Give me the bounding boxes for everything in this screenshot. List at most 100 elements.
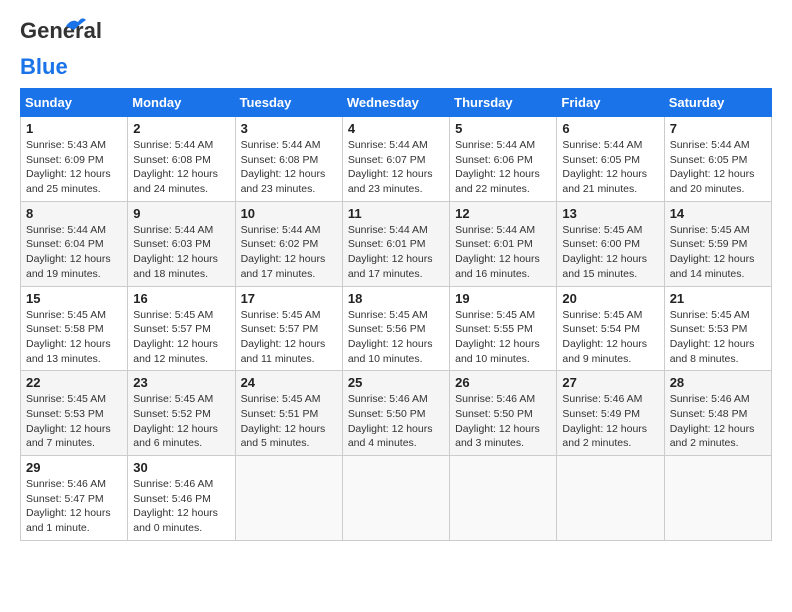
day-info: Sunrise: 5:45 AM Sunset: 5:57 PM Dayligh… — [133, 308, 229, 367]
day-number: 9 — [133, 206, 229, 221]
day-info: Sunrise: 5:46 AM Sunset: 5:50 PM Dayligh… — [455, 392, 551, 451]
day-info: Sunrise: 5:44 AM Sunset: 6:04 PM Dayligh… — [26, 223, 122, 282]
calendar-cell: 21 Sunrise: 5:45 AM Sunset: 5:53 PM Dayl… — [664, 286, 771, 371]
calendar-cell — [450, 456, 557, 541]
day-number: 8 — [26, 206, 122, 221]
weekday-header-monday: Monday — [128, 89, 235, 117]
day-number: 11 — [348, 206, 444, 221]
day-number: 7 — [670, 121, 766, 136]
calendar-cell — [664, 456, 771, 541]
day-info: Sunrise: 5:46 AM Sunset: 5:48 PM Dayligh… — [670, 392, 766, 451]
calendar-cell: 4 Sunrise: 5:44 AM Sunset: 6:07 PM Dayli… — [342, 117, 449, 202]
day-number: 22 — [26, 375, 122, 390]
calendar-cell: 2 Sunrise: 5:44 AM Sunset: 6:08 PM Dayli… — [128, 117, 235, 202]
day-number: 14 — [670, 206, 766, 221]
day-info: Sunrise: 5:45 AM Sunset: 5:53 PM Dayligh… — [670, 308, 766, 367]
bird-icon — [64, 16, 86, 34]
day-number: 24 — [241, 375, 337, 390]
weekday-header-tuesday: Tuesday — [235, 89, 342, 117]
calendar-cell: 27 Sunrise: 5:46 AM Sunset: 5:49 PM Dayl… — [557, 371, 664, 456]
day-info: Sunrise: 5:44 AM Sunset: 6:05 PM Dayligh… — [670, 138, 766, 197]
day-info: Sunrise: 5:44 AM Sunset: 6:01 PM Dayligh… — [348, 223, 444, 282]
day-number: 4 — [348, 121, 444, 136]
day-info: Sunrise: 5:45 AM Sunset: 5:56 PM Dayligh… — [348, 308, 444, 367]
day-info: Sunrise: 5:43 AM Sunset: 6:09 PM Dayligh… — [26, 138, 122, 197]
day-info: Sunrise: 5:45 AM Sunset: 5:52 PM Dayligh… — [133, 392, 229, 451]
day-info: Sunrise: 5:45 AM Sunset: 5:53 PM Dayligh… — [26, 392, 122, 451]
calendar-cell: 7 Sunrise: 5:44 AM Sunset: 6:05 PM Dayli… — [664, 117, 771, 202]
day-number: 27 — [562, 375, 658, 390]
weekday-header-sunday: Sunday — [21, 89, 128, 117]
calendar-cell: 13 Sunrise: 5:45 AM Sunset: 6:00 PM Dayl… — [557, 201, 664, 286]
calendar-cell: 3 Sunrise: 5:44 AM Sunset: 6:08 PM Dayli… — [235, 117, 342, 202]
calendar-cell — [342, 456, 449, 541]
day-number: 25 — [348, 375, 444, 390]
calendar-cell: 1 Sunrise: 5:43 AM Sunset: 6:09 PM Dayli… — [21, 117, 128, 202]
weekday-header-thursday: Thursday — [450, 89, 557, 117]
day-number: 15 — [26, 291, 122, 306]
page-header: General Blue — [20, 20, 772, 78]
day-number: 26 — [455, 375, 551, 390]
day-info: Sunrise: 5:46 AM Sunset: 5:47 PM Dayligh… — [26, 477, 122, 536]
day-info: Sunrise: 5:45 AM Sunset: 5:58 PM Dayligh… — [26, 308, 122, 367]
calendar-cell: 6 Sunrise: 5:44 AM Sunset: 6:05 PM Dayli… — [557, 117, 664, 202]
calendar-cell: 23 Sunrise: 5:45 AM Sunset: 5:52 PM Dayl… — [128, 371, 235, 456]
weekday-header-wednesday: Wednesday — [342, 89, 449, 117]
day-number: 10 — [241, 206, 337, 221]
weekday-header-saturday: Saturday — [664, 89, 771, 117]
calendar-cell: 18 Sunrise: 5:45 AM Sunset: 5:56 PM Dayl… — [342, 286, 449, 371]
day-info: Sunrise: 5:45 AM Sunset: 5:59 PM Dayligh… — [670, 223, 766, 282]
calendar-cell — [557, 456, 664, 541]
day-info: Sunrise: 5:46 AM Sunset: 5:49 PM Dayligh… — [562, 392, 658, 451]
calendar-cell: 12 Sunrise: 5:44 AM Sunset: 6:01 PM Dayl… — [450, 201, 557, 286]
calendar-cell: 8 Sunrise: 5:44 AM Sunset: 6:04 PM Dayli… — [21, 201, 128, 286]
day-info: Sunrise: 5:44 AM Sunset: 6:02 PM Dayligh… — [241, 223, 337, 282]
calendar-cell: 26 Sunrise: 5:46 AM Sunset: 5:50 PM Dayl… — [450, 371, 557, 456]
day-number: 12 — [455, 206, 551, 221]
calendar-cell: 9 Sunrise: 5:44 AM Sunset: 6:03 PM Dayli… — [128, 201, 235, 286]
calendar-cell: 10 Sunrise: 5:44 AM Sunset: 6:02 PM Dayl… — [235, 201, 342, 286]
calendar-cell — [235, 456, 342, 541]
day-number: 6 — [562, 121, 658, 136]
day-number: 23 — [133, 375, 229, 390]
calendar-cell: 29 Sunrise: 5:46 AM Sunset: 5:47 PM Dayl… — [21, 456, 128, 541]
calendar-cell: 5 Sunrise: 5:44 AM Sunset: 6:06 PM Dayli… — [450, 117, 557, 202]
calendar-cell: 11 Sunrise: 5:44 AM Sunset: 6:01 PM Dayl… — [342, 201, 449, 286]
day-number: 16 — [133, 291, 229, 306]
day-info: Sunrise: 5:44 AM Sunset: 6:08 PM Dayligh… — [241, 138, 337, 197]
day-number: 20 — [562, 291, 658, 306]
calendar-cell: 22 Sunrise: 5:45 AM Sunset: 5:53 PM Dayl… — [21, 371, 128, 456]
day-info: Sunrise: 5:44 AM Sunset: 6:01 PM Dayligh… — [455, 223, 551, 282]
calendar-cell: 30 Sunrise: 5:46 AM Sunset: 5:46 PM Dayl… — [128, 456, 235, 541]
day-number: 28 — [670, 375, 766, 390]
day-info: Sunrise: 5:45 AM Sunset: 6:00 PM Dayligh… — [562, 223, 658, 282]
day-number: 13 — [562, 206, 658, 221]
day-info: Sunrise: 5:44 AM Sunset: 6:08 PM Dayligh… — [133, 138, 229, 197]
day-number: 18 — [348, 291, 444, 306]
day-info: Sunrise: 5:44 AM Sunset: 6:05 PM Dayligh… — [562, 138, 658, 197]
calendar-cell: 14 Sunrise: 5:45 AM Sunset: 5:59 PM Dayl… — [664, 201, 771, 286]
calendar-cell: 25 Sunrise: 5:46 AM Sunset: 5:50 PM Dayl… — [342, 371, 449, 456]
calendar-cell: 16 Sunrise: 5:45 AM Sunset: 5:57 PM Dayl… — [128, 286, 235, 371]
day-number: 2 — [133, 121, 229, 136]
day-info: Sunrise: 5:46 AM Sunset: 5:50 PM Dayligh… — [348, 392, 444, 451]
calendar-table: SundayMondayTuesdayWednesdayThursdayFrid… — [20, 88, 772, 541]
day-number: 17 — [241, 291, 337, 306]
day-number: 19 — [455, 291, 551, 306]
day-info: Sunrise: 5:45 AM Sunset: 5:54 PM Dayligh… — [562, 308, 658, 367]
day-info: Sunrise: 5:45 AM Sunset: 5:51 PM Dayligh… — [241, 392, 337, 451]
calendar-cell: 15 Sunrise: 5:45 AM Sunset: 5:58 PM Dayl… — [21, 286, 128, 371]
day-info: Sunrise: 5:46 AM Sunset: 5:46 PM Dayligh… — [133, 477, 229, 536]
calendar-cell: 28 Sunrise: 5:46 AM Sunset: 5:48 PM Dayl… — [664, 371, 771, 456]
day-info: Sunrise: 5:45 AM Sunset: 5:57 PM Dayligh… — [241, 308, 337, 367]
day-number: 1 — [26, 121, 122, 136]
day-info: Sunrise: 5:44 AM Sunset: 6:07 PM Dayligh… — [348, 138, 444, 197]
day-number: 5 — [455, 121, 551, 136]
calendar-cell: 17 Sunrise: 5:45 AM Sunset: 5:57 PM Dayl… — [235, 286, 342, 371]
day-number: 30 — [133, 460, 229, 475]
day-number: 29 — [26, 460, 122, 475]
calendar-cell: 24 Sunrise: 5:45 AM Sunset: 5:51 PM Dayl… — [235, 371, 342, 456]
weekday-header-friday: Friday — [557, 89, 664, 117]
logo: General Blue — [20, 20, 80, 78]
day-number: 21 — [670, 291, 766, 306]
